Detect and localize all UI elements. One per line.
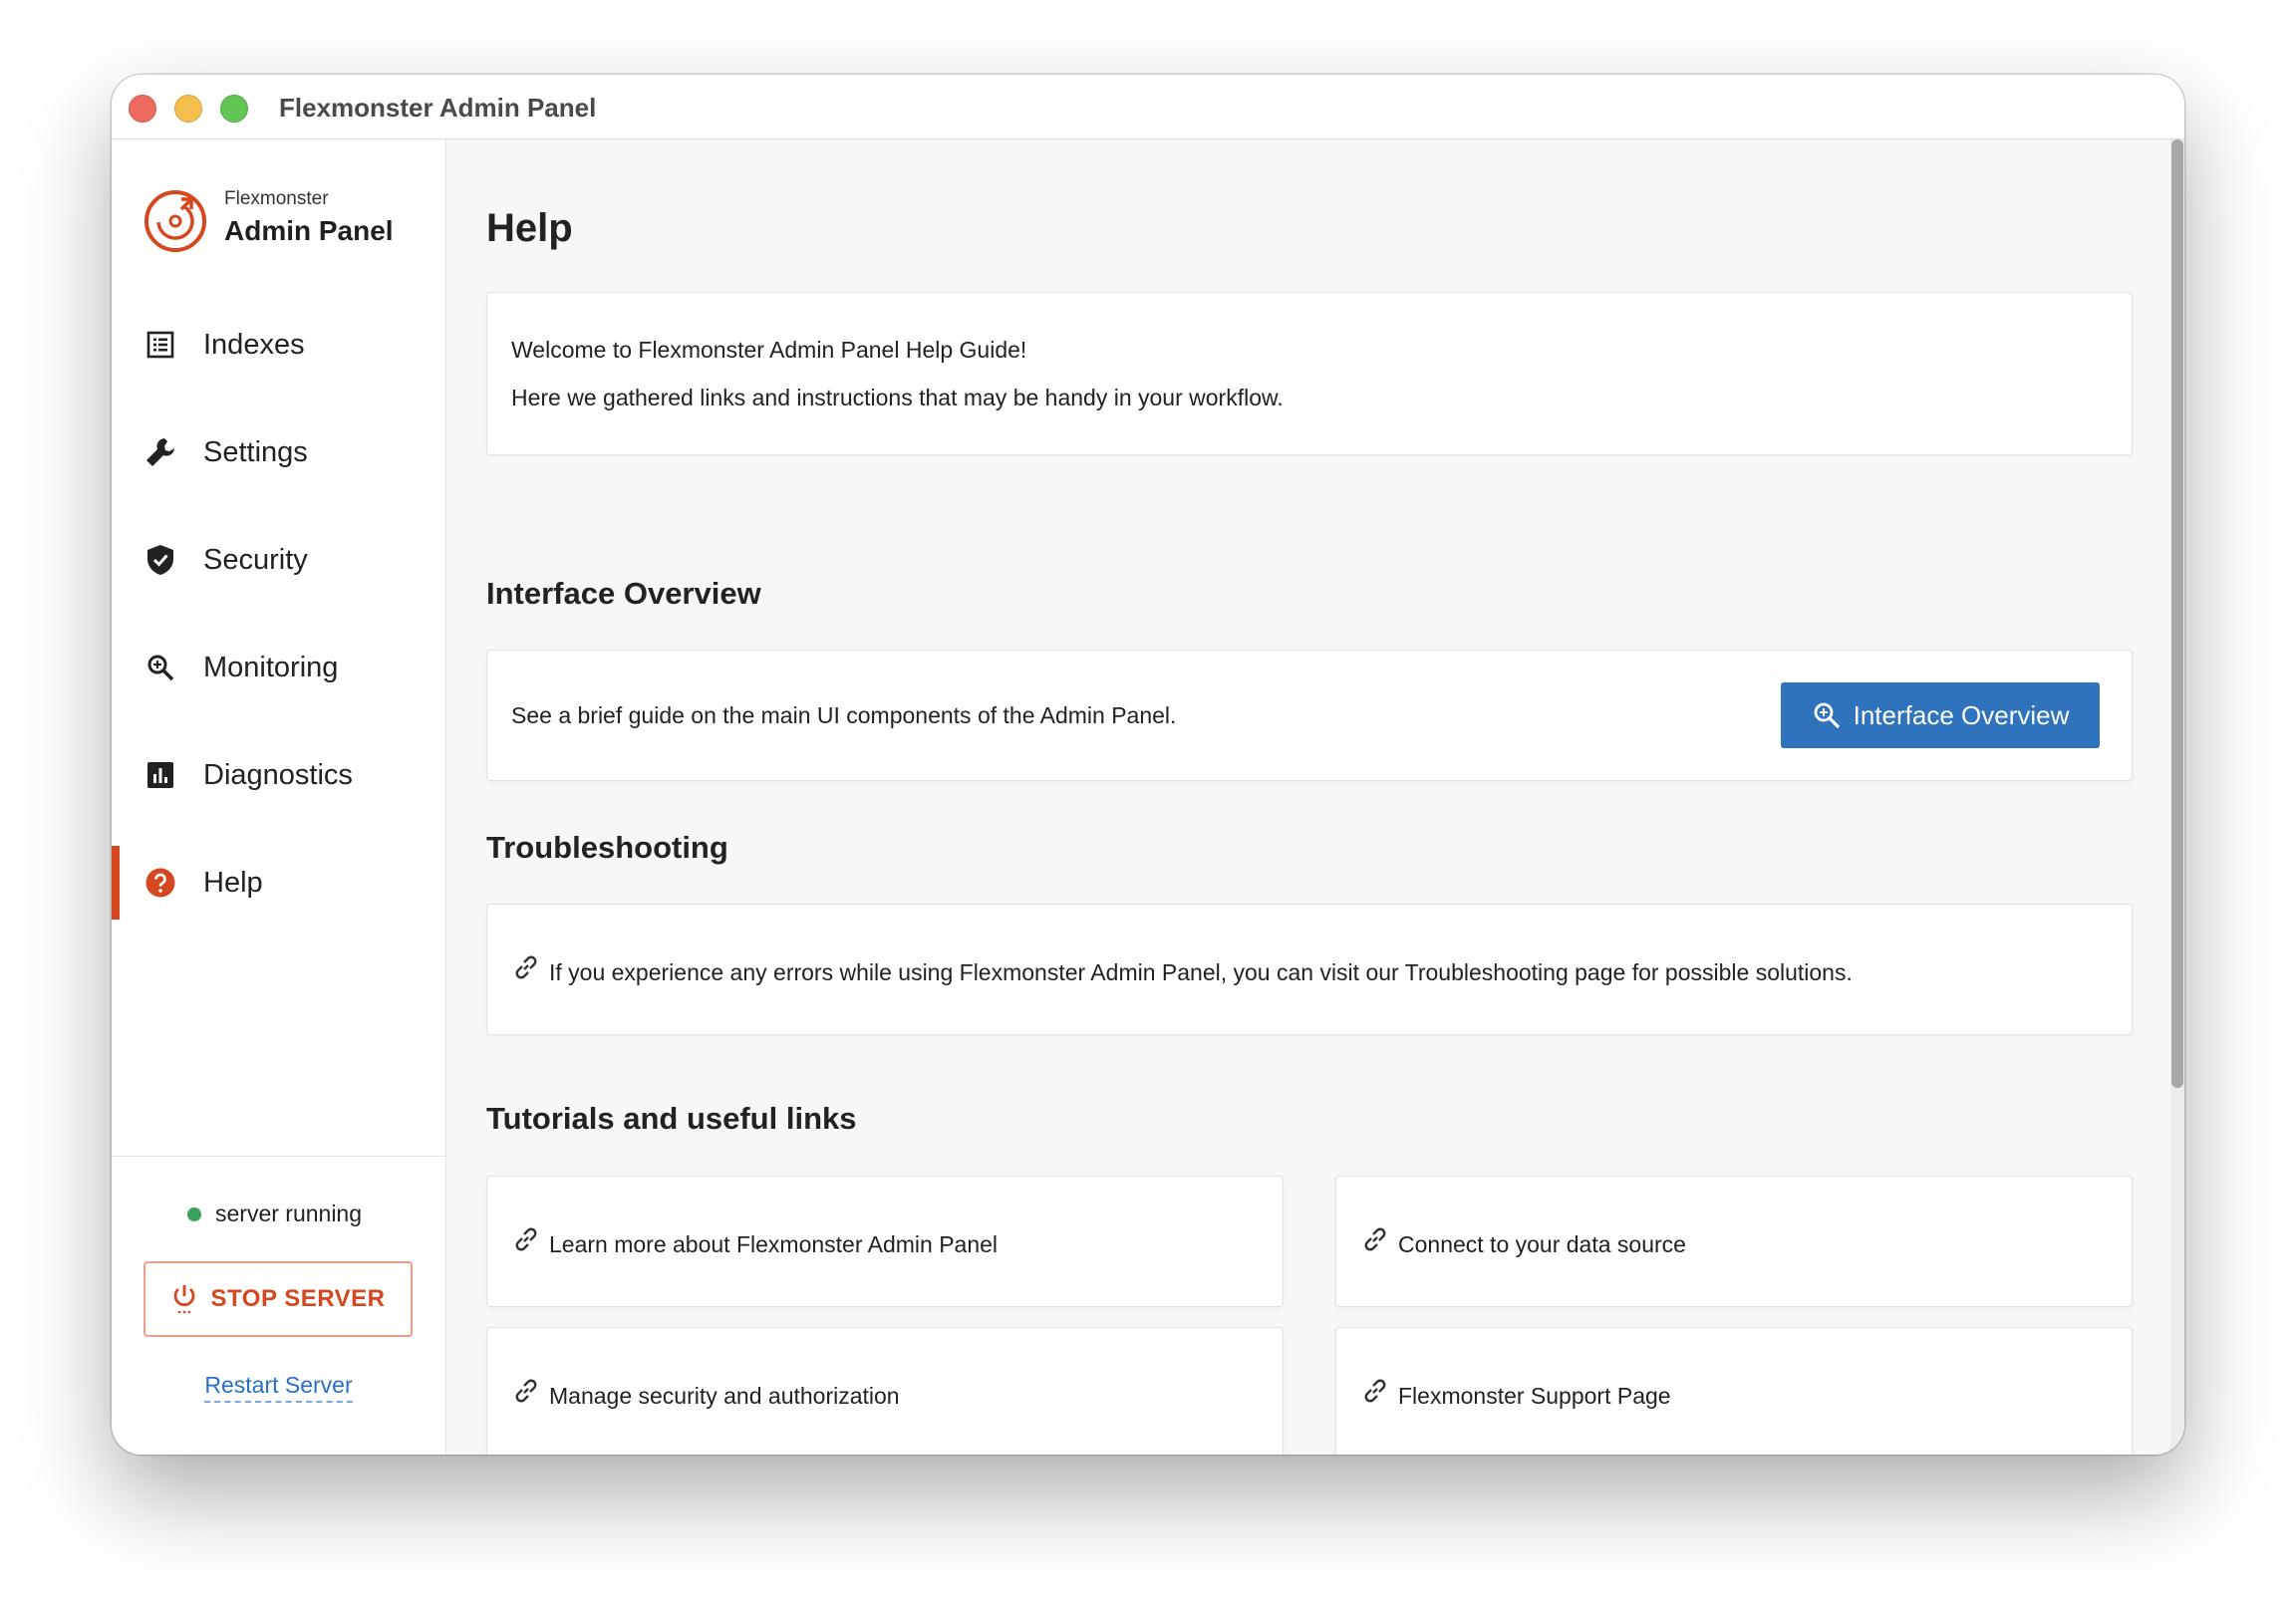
sidebar-item-indexes[interactable]: Indexes <box>112 308 446 382</box>
interface-overview-card: See a brief guide on the main UI compone… <box>486 650 2133 781</box>
main-content: Help Welcome to Flexmonster Admin Panel … <box>446 139 2184 1455</box>
sidebar-item-security[interactable]: Security <box>112 523 446 597</box>
server-status: server running <box>187 1201 362 1227</box>
sidebar-item-label: Diagnostics <box>203 758 353 791</box>
sidebar-item-label: Security <box>203 543 308 576</box>
troubleshooting-card[interactable]: If you experience any errors while using… <box>486 904 2133 1035</box>
brand-title: Admin Panel <box>224 215 394 246</box>
brand-small-text: Flexmonster <box>224 188 329 209</box>
restart-server-link[interactable]: Restart Server <box>204 1372 353 1403</box>
restart-server-row: Restart Server <box>112 1372 445 1403</box>
interface-overview-button[interactable]: Interface Overview <box>1781 682 2100 748</box>
tutorial-link-text: Flexmonster Support Page <box>1398 1383 1671 1409</box>
wrench-icon <box>144 435 177 469</box>
tutorial-link-text: Manage security and authorization <box>549 1383 900 1409</box>
sidebar-item-help[interactable]: Help <box>112 846 446 920</box>
sidebar: Flexmonster Admin Panel Indexes Settings <box>112 139 446 1455</box>
sidebar-item-label: Monitoring <box>203 651 339 683</box>
link-icon <box>1364 1227 1386 1251</box>
server-status-text: server running <box>215 1201 363 1226</box>
magnifier-icon <box>144 651 177 684</box>
stop-server-button[interactable]: STOP SERVER <box>144 1261 413 1337</box>
stop-server-label: STOP SERVER <box>210 1285 386 1312</box>
tutorial-link-card[interactable]: Learn more about Flexmonster Admin Panel <box>486 1176 1284 1307</box>
sidebar-item-label: Indexes <box>203 328 305 361</box>
interface-overview-button-label: Interface Overview <box>1853 699 2070 730</box>
tutorial-link-card[interactable]: Manage security and authorization <box>486 1327 1284 1455</box>
tutorial-link-text: Learn more about Flexmonster Admin Panel <box>549 1231 999 1257</box>
bar-chart-icon <box>144 758 177 792</box>
welcome-line-2: Here we gathered links and instructions … <box>511 385 1284 410</box>
scrollbar-track[interactable] <box>2170 139 2184 1455</box>
tutorial-link-card[interactable]: Flexmonster Support Page <box>1335 1327 2133 1455</box>
tutorial-link-text: Connect to your data source <box>1398 1231 1686 1257</box>
tutorial-link-card[interactable]: Connect to your data source <box>1335 1176 2133 1307</box>
link-icon <box>515 1227 537 1251</box>
zoom-window-button[interactable] <box>220 95 248 123</box>
app-window: Flexmonster Admin Panel Flexmonster Admi… <box>112 75 2184 1455</box>
sidebar-item-diagnostics[interactable]: Diagnostics <box>112 738 446 812</box>
welcome-card: Welcome to Flexmonster Admin Panel Help … <box>486 292 2133 455</box>
troubleshooting-link-text: If you experience any errors while using… <box>549 959 1853 985</box>
interface-overview-text: See a brief guide on the main UI compone… <box>511 702 1177 728</box>
help-icon <box>144 866 177 900</box>
list-icon <box>144 328 177 362</box>
power-icon <box>173 1285 194 1314</box>
window-title: Flexmonster Admin Panel <box>279 93 597 123</box>
page-title: Help <box>486 206 573 250</box>
troubleshooting-heading: Troubleshooting <box>486 830 728 865</box>
interface-overview-heading: Interface Overview <box>486 576 761 611</box>
sidebar-item-settings[interactable]: Settings <box>112 415 446 489</box>
minimize-window-button[interactable] <box>174 95 202 123</box>
flexmonster-logo-icon <box>144 190 206 252</box>
server-controls: server running STOP SERVER Restart Serve… <box>112 1156 445 1455</box>
link-icon <box>515 955 537 979</box>
link-icon <box>515 1379 537 1403</box>
welcome-line-1: Welcome to Flexmonster Admin Panel Help … <box>511 337 1027 363</box>
shield-icon <box>144 543 177 577</box>
zoom-in-icon <box>1814 702 1840 729</box>
scrollbar-thumb[interactable] <box>2171 139 2183 1088</box>
sidebar-item-monitoring[interactable]: Monitoring <box>112 631 446 704</box>
sidebar-item-label: Settings <box>203 435 308 468</box>
tutorials-heading: Tutorials and useful links <box>486 1101 857 1136</box>
link-icon <box>1364 1379 1386 1403</box>
sidebar-item-label: Help <box>203 866 263 899</box>
close-window-button[interactable] <box>129 95 156 123</box>
status-dot-icon <box>187 1206 201 1221</box>
title-bar: Flexmonster Admin Panel <box>112 75 2184 139</box>
